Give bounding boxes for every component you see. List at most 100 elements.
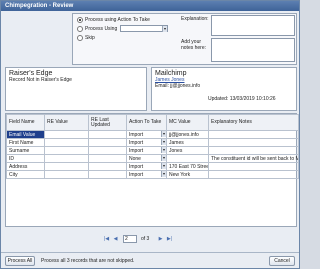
page-input-value: 2 (125, 236, 128, 242)
action-dropdown[interactable]: None ▾ (126, 154, 167, 163)
action-value: None (129, 155, 141, 162)
table-row[interactable]: Email Value Import ▾ jj@jjones.info (6, 130, 299, 139)
cell-re-value[interactable] (44, 162, 89, 171)
updated-value: 13/03/2019 10:10:26 (229, 96, 276, 102)
mailchimp-title: Mailchimp (155, 70, 187, 77)
next-page-icon[interactable]: ▶ (157, 235, 164, 243)
email-value: jj@jjones.info (170, 83, 201, 89)
col-explanatory-notes[interactable]: Explanatory Notes (208, 114, 299, 131)
cell-mc-value[interactable]: Jones (166, 146, 209, 155)
field-grid: Field Name RE Value RE Last Updated Acti… (5, 113, 299, 227)
table-row[interactable]: Address Import ▾ 170 East 70 Street (6, 162, 299, 171)
radio-process-action[interactable] (77, 17, 83, 23)
cell-re-value[interactable] (44, 130, 89, 139)
col-action-to-take[interactable]: Action To Take (126, 114, 167, 131)
chevron-down-icon: ▾ (162, 26, 167, 32)
radio-skip-label: Skip (85, 35, 95, 41)
action-dropdown[interactable]: Import ▾ (126, 138, 167, 147)
cell-re-updated[interactable] (88, 130, 127, 139)
col-re-value[interactable]: RE Value (44, 114, 89, 131)
cell-re-value[interactable] (44, 138, 89, 147)
cell-mc-value[interactable]: New York (166, 170, 209, 179)
explanation-label: Explanation: (181, 16, 209, 22)
page-total: of 3 (141, 236, 150, 242)
cell-mc-value[interactable]: 170 East 70 Street (166, 162, 209, 171)
options-panel: Process using Action To Take Process Usi… (72, 13, 297, 65)
cell-re-value[interactable] (44, 146, 89, 155)
cell-mc-value[interactable]: James (166, 138, 209, 147)
chevron-down-icon: ▾ (161, 163, 166, 169)
record-cards: Raiser's Edge Record Not in Raiser's Edg… (5, 67, 297, 111)
action-dropdown[interactable]: Import ▾ (126, 146, 167, 155)
action-value: Import (129, 139, 144, 146)
table-header-row: Field Name RE Value RE Last Updated Acti… (6, 114, 299, 131)
cell-field[interactable]: City (6, 170, 45, 179)
cell-field[interactable]: Address (6, 162, 45, 171)
table-row[interactable]: City Import ▾ New York (6, 170, 299, 179)
cell-field[interactable]: Surname (6, 146, 45, 155)
prev-page-icon[interactable]: ◀ (112, 235, 119, 243)
mailchimp-card: Mailchimp James Jones Email: jj@jjones.i… (151, 67, 297, 111)
chevron-down-icon: ▾ (161, 155, 166, 161)
process-all-button[interactable]: Process All (5, 256, 35, 266)
cell-re-updated[interactable] (88, 138, 127, 147)
cell-field[interactable]: ID (6, 154, 45, 163)
cell-mc-value[interactable] (166, 154, 209, 163)
process-using-dropdown[interactable]: ▾ (120, 25, 168, 32)
cell-field[interactable]: Email Value (6, 130, 45, 139)
pager: |◀ ◀ 2 of 3 ▶ ▶| (101, 235, 201, 244)
table-row[interactable]: First Name Import ▾ James (6, 138, 299, 147)
chevron-down-icon: ▾ (161, 171, 166, 177)
raisers-edge-status: Record Not in Raiser's Edge (9, 77, 72, 83)
radio-process-action-label: Process using Action To Take (85, 17, 150, 23)
add-note-label: Add your notes here: (181, 39, 207, 51)
table-row[interactable]: Surname Import ▾ Jones (6, 146, 299, 155)
action-dropdown[interactable]: Import ▾ (126, 162, 167, 171)
cell-notes[interactable] (208, 162, 299, 171)
window-title: Chimpegration - Review (1, 1, 299, 11)
raisers-edge-title: Raiser's Edge (9, 70, 53, 77)
updated-row: Updated: 13/03/2019 10:10:26 (208, 96, 276, 102)
action-dropdown[interactable]: Import ▾ (126, 170, 167, 179)
chevron-down-icon: ▾ (161, 147, 166, 153)
mailchimp-email-row: Email: jj@jjones.info (155, 83, 293, 89)
cell-notes[interactable] (208, 146, 299, 155)
action-dropdown[interactable]: Import ▾ (126, 130, 167, 139)
action-value: Import (129, 131, 144, 138)
cell-re-updated[interactable] (88, 146, 127, 155)
radio-process-using-label: Process Using (85, 26, 118, 32)
explanation-field[interactable] (211, 15, 295, 36)
footer: Process All Process all 3 records that a… (1, 252, 299, 268)
cell-re-updated[interactable] (88, 170, 127, 179)
col-mc-value[interactable]: MC Value (166, 114, 209, 131)
cell-notes[interactable] (208, 170, 299, 179)
page-input[interactable]: 2 (123, 235, 137, 243)
cell-mc-value[interactable]: jj@jjones.info (166, 130, 209, 139)
action-value: Import (129, 147, 144, 154)
radio-skip[interactable] (77, 35, 83, 41)
last-page-icon[interactable]: ▶| (166, 235, 173, 243)
cell-re-updated[interactable] (88, 154, 127, 163)
cell-re-value[interactable] (44, 170, 89, 179)
review-window: Chimpegration - Review Process using Act… (0, 0, 300, 269)
radio-process-using[interactable] (77, 26, 83, 32)
chevron-down-icon: ▾ (161, 139, 166, 145)
cell-notes[interactable] (208, 130, 299, 139)
chevron-down-icon: ▾ (161, 131, 166, 137)
updated-label: Updated: (208, 96, 229, 102)
cell-notes[interactable] (208, 138, 299, 147)
cell-field[interactable]: First Name (6, 138, 45, 147)
notes-field[interactable] (211, 38, 295, 62)
first-page-icon[interactable]: |◀ (103, 235, 110, 243)
table-row[interactable]: ID None ▾ The constituent id will be sent… (6, 154, 299, 163)
action-value: Import (129, 171, 144, 178)
process-description: Process all 3 records that are not skipp… (41, 258, 135, 264)
raisers-edge-card: Raiser's Edge Record Not in Raiser's Edg… (5, 67, 147, 111)
col-field-name[interactable]: Field Name (6, 114, 45, 131)
cell-re-updated[interactable] (88, 162, 127, 171)
action-value: Import (129, 163, 144, 170)
cell-re-value[interactable] (44, 154, 89, 163)
cancel-button[interactable]: Cancel (269, 256, 295, 266)
col-re-last-updated[interactable]: RE Last Updated (88, 114, 127, 131)
cell-notes[interactable]: The constituent id will be sent back to … (208, 154, 299, 163)
